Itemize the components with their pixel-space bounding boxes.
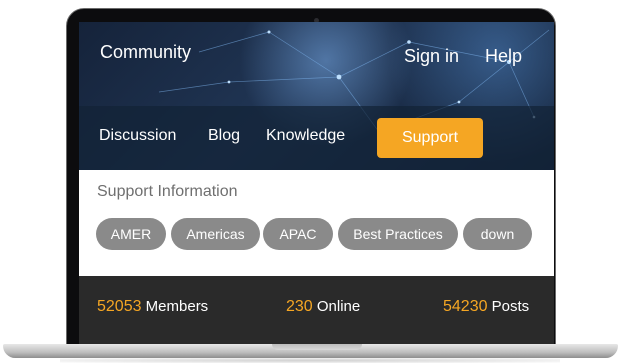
online-count: 230 [286,298,313,315]
stats-bar: 52053 Members 230 Online 54230 Posts [79,276,554,344]
members-label: Members [145,298,209,315]
laptop-shadow [60,358,560,363]
stat-members: 52053 Members [97,298,208,316]
online-label: Online [316,298,361,315]
tag-best-practices[interactable]: Best Practices [338,218,458,250]
stat-posts: 54230 Posts [443,298,529,316]
tag-apac[interactable]: APAC [263,218,333,250]
nav-discussion[interactable]: Discussion [99,127,176,145]
support-title: Support Information [97,183,238,200]
laptop-screen: Community Sign in Help Discussion Blog K… [79,22,554,344]
nav-support-button[interactable]: Support [377,118,483,158]
tag-down[interactable]: down [463,218,532,250]
brand-logo[interactable]: Community [100,42,191,63]
members-count: 52053 [97,298,142,315]
tag-americas[interactable]: Americas [171,218,260,250]
nav-blog[interactable]: Blog [208,127,240,145]
laptop-notch [272,344,362,350]
help-link[interactable]: Help [485,46,522,67]
posts-count: 54230 [443,298,488,315]
sign-in-link[interactable]: Sign in [404,46,459,67]
stat-online: 230 Online [286,298,360,316]
tag-amer[interactable]: AMER [96,218,166,250]
nav-knowledge[interactable]: Knowledge [266,127,345,145]
posts-label: Posts [491,298,530,315]
support-panel: Support Information AMER Americas APAC B… [79,170,554,276]
